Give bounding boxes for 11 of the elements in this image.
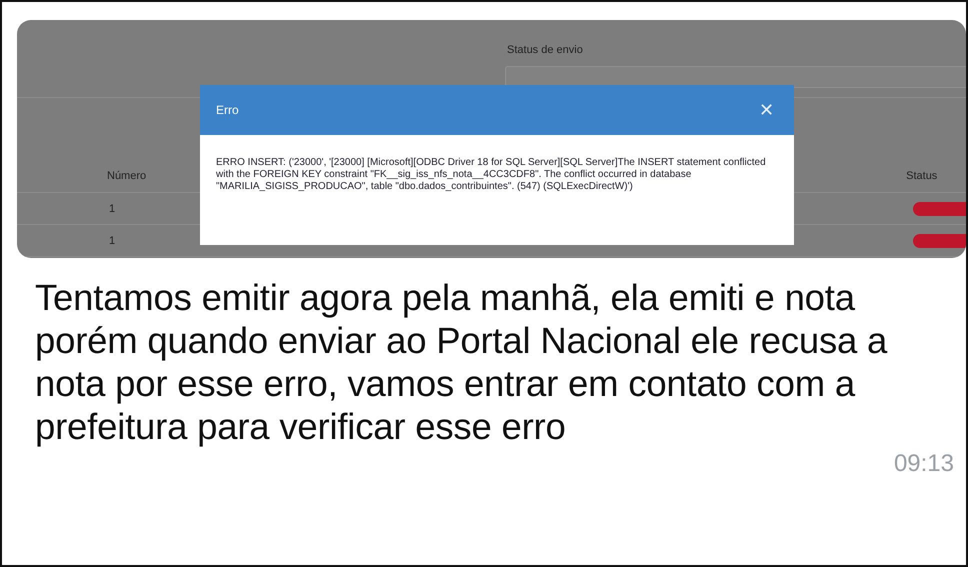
filter-label: Status de envio [507, 44, 583, 56]
message-time: 09:13 [894, 450, 954, 478]
column-header: Número [107, 170, 146, 182]
select-field[interactable] [505, 66, 966, 88]
dialog-title: Erro [216, 103, 239, 117]
table-cell: 1 [109, 234, 116, 246]
column-header: Status [906, 170, 938, 182]
message-text: Tentamos emitir agora pela manhã, ela emiti e nota porém quando enviar ao Portal Nacional ele recusa a nota por esse erro, vamos entrar em contato com a prefeitura para verificar esse erro [35, 276, 888, 448]
table-cell: 1 [109, 202, 116, 214]
error-message: ERRO INSERT: ('23000', '[23000] [Microsoft][ODBC Driver 18 for SQL Server][SQL Server]The INSERT statement conflicted with the FOREIGN KEY constraint "FK__sig_iss_nfs_nota__4CC3CDF8". The conflict occurred in database "MARILIA_SIGISS_PRODUCAO", table "dbo.dados_contribuintes". (547) (SQLExecDirectW)') [216, 157, 767, 193]
close-button[interactable]: ✕ [759, 99, 774, 121]
